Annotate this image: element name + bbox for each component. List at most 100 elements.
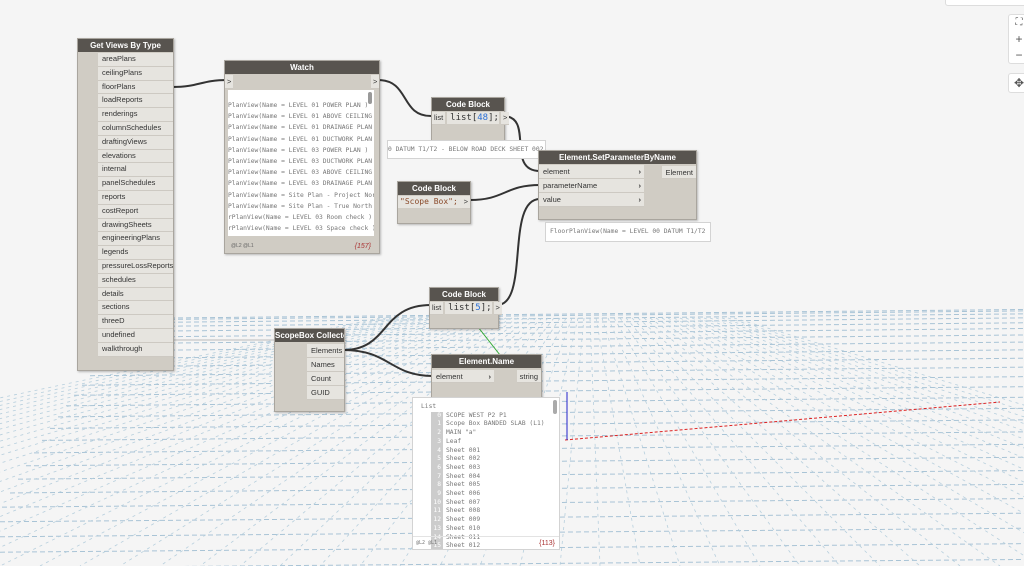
watch-output: PlanView(Name = LEVEL 01 POWER PLAN ) Pla… bbox=[228, 90, 374, 236]
list-item: 5 Sheet 002 bbox=[421, 455, 559, 464]
set-parameter-by-name-node[interactable]: Element.SetParameterByName element › param… bbox=[538, 150, 697, 220]
node-title: Code Block bbox=[430, 288, 498, 301]
output-port[interactable]: panelSchedules bbox=[98, 177, 173, 191]
output-port[interactable]: ceilingPlans bbox=[98, 66, 173, 81]
element-name-node[interactable]: Element.Name element › string bbox=[431, 354, 542, 398]
watch-line: PlanView(Name = LEVEL 03 DUCTWORK PLAN bbox=[228, 158, 373, 166]
list-item: 4 Sheet 001 bbox=[421, 446, 559, 456]
watch-line: PlanView(Name = Site Plan - True North bbox=[228, 202, 373, 210]
input-port-list[interactable]: list bbox=[432, 112, 446, 125]
output-port-names[interactable]: Names bbox=[307, 358, 344, 372]
output-port[interactable]: pressureLossReports bbox=[98, 259, 173, 274]
code-editor[interactable]: "Scope Box"; bbox=[398, 196, 462, 208]
output-port-count[interactable]: Count bbox=[307, 372, 344, 386]
list-label: List bbox=[421, 403, 437, 410]
code-block-5-node[interactable]: Code Block list list[5]; > bbox=[429, 287, 502, 329]
output-port[interactable]: > bbox=[461, 196, 470, 209]
output-port[interactable]: > bbox=[371, 75, 379, 89]
watch-line: PlanView(Name = LEVEL 01 POWER PLAN ) bbox=[228, 102, 369, 109]
output-port[interactable]: draftingViews bbox=[98, 135, 173, 150]
list-item: 6 Sheet 003 bbox=[421, 463, 559, 473]
list-item: 0 SCOPE WEST P2 P1 bbox=[421, 411, 559, 421]
watch-line: PlanView(Name = LEVEL 03 ABOVE CEILING bbox=[228, 169, 373, 177]
pan-icon[interactable]: ✥ bbox=[1008, 73, 1024, 93]
top-toolbar[interactable] bbox=[945, 0, 1024, 6]
list-item: 9 Sheet 006 bbox=[421, 490, 559, 499]
output-port[interactable]: threeD bbox=[98, 315, 173, 329]
zoom-controls: ⛶ + − bbox=[1008, 14, 1024, 64]
output-port[interactable]: sections bbox=[98, 301, 173, 316]
output-port[interactable]: undefined bbox=[98, 328, 173, 343]
element-name-preview: List 0 SCOPE WEST P2 P1 1 Scope Box BANDED … bbox=[412, 397, 560, 550]
output-port[interactable]: drawingSheets bbox=[98, 218, 173, 233]
scrollbar[interactable] bbox=[553, 400, 557, 414]
watch-node[interactable]: Watch > > PlanView(Name = LEVEL 01 POWER… bbox=[224, 60, 380, 254]
watch-line: PlanView(Name = LEVEL 01 DUCTWORK PLAN bbox=[228, 135, 373, 143]
node-title: Watch bbox=[225, 61, 379, 74]
output-port-guid[interactable]: GUID bbox=[307, 386, 344, 400]
scrollbar[interactable] bbox=[368, 92, 372, 104]
output-port[interactable]: elevations bbox=[98, 149, 173, 164]
setparam-preview: FloorPlanView(Name = LEVEL 00 DATUM T1/T… bbox=[545, 222, 711, 242]
output-port[interactable]: reports bbox=[98, 190, 173, 205]
code-editor[interactable]: list[5]; bbox=[445, 302, 492, 314]
output-port[interactable]: walkthrough bbox=[98, 342, 173, 357]
node-title: Get Views By Type bbox=[78, 39, 173, 52]
watch-line: PlanView(Name = LEVEL 03 DRAINAGE PLAN bbox=[228, 180, 373, 188]
wire-elements-elname bbox=[342, 349, 434, 377]
code-block-scope-box-node[interactable]: Code Block "Scope Box"; > bbox=[397, 181, 471, 224]
output-port-elements[interactable]: Elements bbox=[307, 344, 344, 358]
zoom-in-icon[interactable]: + bbox=[1009, 31, 1024, 47]
cb48-preview: 0 DATUM T1/T2 - BELOW ROAD DECK SHEET 00… bbox=[387, 140, 546, 159]
input-port-parameterName[interactable]: parameterName › bbox=[539, 179, 644, 193]
node-title: Code Block bbox=[398, 182, 470, 195]
item-count: {113} bbox=[539, 540, 555, 547]
output-port[interactable]: floorPlans bbox=[98, 80, 173, 95]
node-title: Code Block bbox=[432, 98, 504, 111]
list-item: 10 Sheet 007 bbox=[421, 498, 559, 508]
output-port[interactable]: costReport bbox=[98, 204, 173, 219]
item-count: {157} bbox=[354, 243, 371, 250]
output-port[interactable]: internal bbox=[98, 163, 173, 178]
output-port[interactable]: > bbox=[500, 112, 510, 125]
list-item: 11 Sheet 008 bbox=[421, 507, 559, 517]
watch-line: PlanView(Name = LEVEL 03 POWER PLAN ) bbox=[228, 146, 369, 154]
output-port[interactable]: details bbox=[98, 287, 173, 302]
wire-watch-cb48 bbox=[377, 79, 432, 117]
fit-view-icon[interactable]: ⛶ bbox=[1009, 15, 1024, 31]
node-title: Element.SetParameterByName bbox=[539, 151, 696, 164]
list-levels: @L2 @L1 bbox=[416, 540, 438, 546]
list-item: 1 Scope Box BANDED SLAB (L1) bbox=[421, 420, 559, 430]
output-port[interactable]: columnSchedules bbox=[98, 121, 173, 136]
output-port-string[interactable]: string bbox=[516, 370, 541, 383]
node-title: ScopeBox Collector bbox=[275, 329, 344, 342]
code-editor[interactable]: list[48]; bbox=[447, 112, 499, 124]
input-port-element[interactable]: element › bbox=[432, 370, 494, 383]
output-port[interactable]: renderings bbox=[98, 108, 173, 122]
watch-line: rPlanView(Name = LEVEL 03 Room check ) bbox=[228, 214, 373, 222]
node-title: Element.Name bbox=[432, 355, 541, 368]
watch-line: PlanView(Name = LEVEL 01 ABOVE CEILING bbox=[228, 113, 373, 121]
input-port-element[interactable]: element › bbox=[539, 165, 644, 179]
list-item: 12 Sheet 009 bbox=[421, 516, 559, 525]
input-port-list[interactable]: list bbox=[430, 302, 444, 315]
wire-elements-cb5 bbox=[342, 304, 432, 351]
list-levels: @L2 @L1 bbox=[231, 243, 254, 249]
watch-line: rPlanView(Name = LEVEL 03 Space check ) bbox=[228, 225, 374, 233]
list-item: 8 Sheet 005 bbox=[421, 481, 559, 491]
scopebox-collector-node[interactable]: ScopeBox Collector Elements Names Count GUI… bbox=[274, 328, 345, 412]
input-port[interactable]: > bbox=[225, 75, 233, 89]
output-port-element[interactable]: Element bbox=[662, 166, 696, 179]
zoom-out-icon[interactable]: − bbox=[1009, 47, 1024, 63]
output-port[interactable]: areaPlans bbox=[98, 53, 173, 67]
code-block-48-node[interactable]: Code Block list list[48]; > bbox=[431, 97, 510, 141]
input-port-value[interactable]: value › bbox=[539, 193, 644, 207]
wire-floorplans-watch bbox=[171, 79, 229, 88]
output-port[interactable]: loadReports bbox=[98, 94, 173, 109]
output-port[interactable]: schedules bbox=[98, 273, 173, 288]
watch-line: PlanView(Name = LEVEL 01 DRAINAGE PLAN bbox=[228, 124, 373, 132]
output-port[interactable]: > bbox=[493, 302, 502, 315]
get-views-by-type-node[interactable]: Get Views By Type areaPlans ceilingPlans f… bbox=[77, 38, 174, 371]
output-port[interactable]: legends bbox=[98, 246, 173, 260]
output-port[interactable]: engineeringPlans bbox=[98, 232, 173, 247]
